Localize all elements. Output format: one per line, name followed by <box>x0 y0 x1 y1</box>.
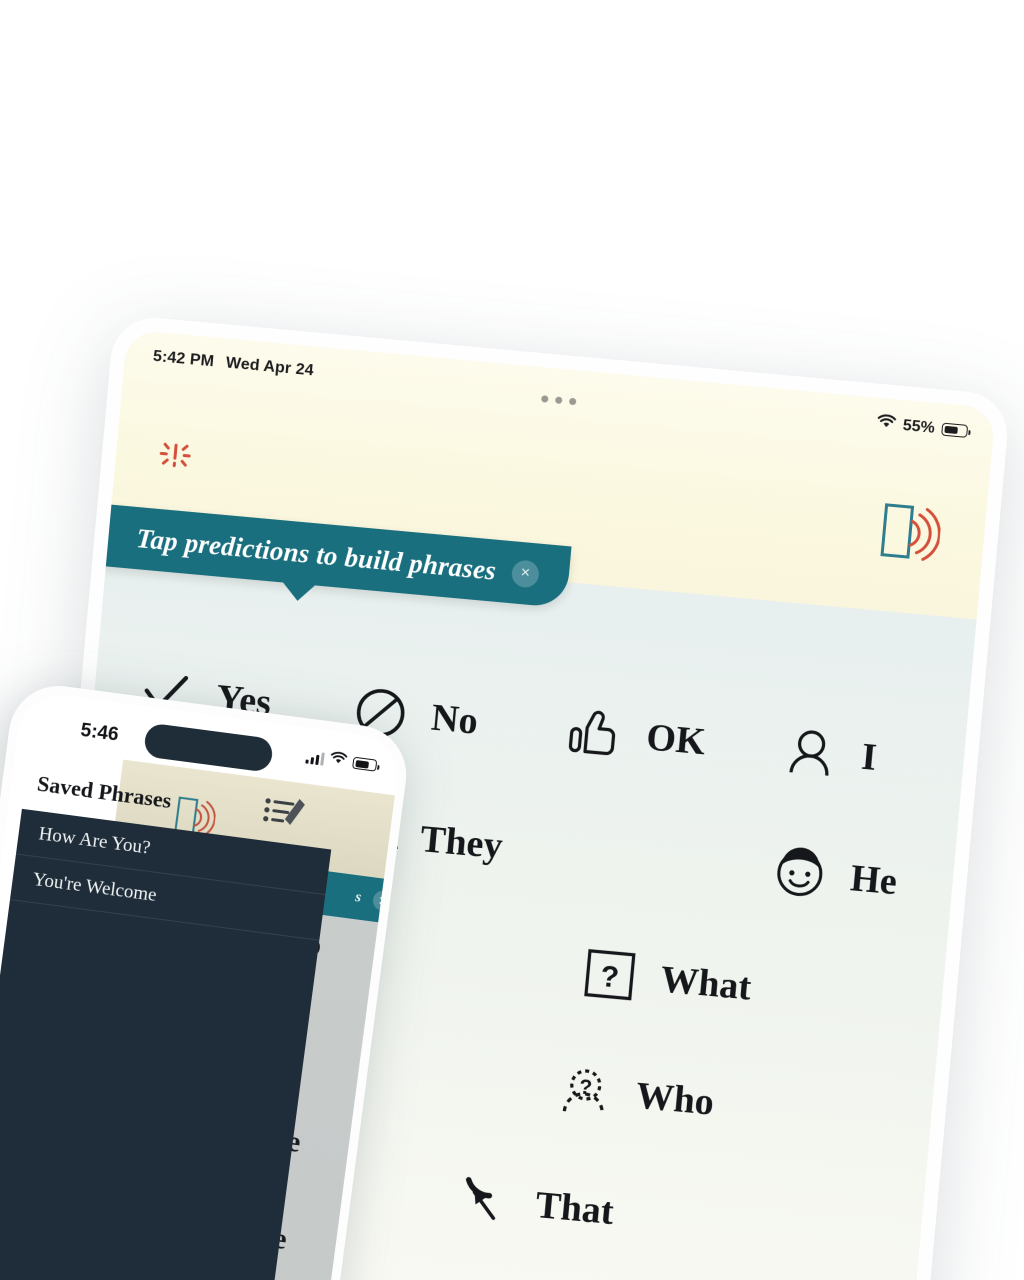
phone-device: s × No I We He 5:46 <box>0 679 413 1280</box>
prediction-label: OK <box>644 716 708 764</box>
status-bar-right: 55% <box>876 414 969 441</box>
status-bar-left: 5:42 PM Wed Apr 24 <box>152 348 314 381</box>
close-icon[interactable]: × <box>510 558 541 589</box>
prediction-that[interactable]: That <box>451 1167 616 1243</box>
pointing-arrow-icon <box>451 1167 518 1234</box>
prediction-label: He <box>848 857 899 904</box>
phone-screen: s × No I We He 5:46 <box>0 689 403 1280</box>
phone-status-time: 5:46 <box>79 719 120 746</box>
prediction-ok[interactable]: OK <box>562 699 783 780</box>
battery-percent-label: 55% <box>902 416 936 437</box>
saved-phrases-list: How Are You? You're Welcome <box>0 808 332 1280</box>
dynamic-island <box>142 722 275 773</box>
phone-bezel: s × No I We He 5:46 <box>0 679 413 1280</box>
prediction-label: What <box>658 958 753 1009</box>
question-box-icon: ? <box>576 941 643 1008</box>
person-icon <box>777 718 844 785</box>
battery-icon <box>941 422 969 438</box>
prediction-who[interactable]: ? Who <box>552 1057 717 1133</box>
cellular-bars-icon <box>305 750 325 766</box>
status-date: Wed Apr 24 <box>225 354 315 380</box>
thumbs-up-icon <box>562 699 629 766</box>
prediction-label: No <box>429 696 480 743</box>
wifi-icon <box>876 414 897 435</box>
prediction-what[interactable]: ? What <box>576 941 754 1018</box>
alert-exclamation-icon[interactable] <box>150 430 200 480</box>
camera-sensor-dots-icon <box>540 395 577 406</box>
preview-banner-text: s <box>354 888 363 906</box>
wifi-icon <box>329 751 348 771</box>
phone-status-right <box>305 748 378 775</box>
prediction-i[interactable]: I <box>777 718 879 789</box>
prediction-label: That <box>533 1184 616 1233</box>
prediction-label: They <box>418 818 505 868</box>
speaker-sound-icon[interactable] <box>875 498 943 567</box>
prediction-label: I <box>859 735 879 779</box>
prediction-he[interactable]: He <box>766 840 900 913</box>
boy-face-icon <box>766 840 833 907</box>
edit-list-icon[interactable] <box>259 792 307 833</box>
svg-text:?: ? <box>599 960 620 995</box>
svg-text:?: ? <box>578 1075 593 1099</box>
screenshot-canvas: 5:42 PM Wed Apr 24 55% Tap predictions t… <box>0 0 1024 1280</box>
person-question-icon: ? <box>552 1057 619 1124</box>
prediction-label: Who <box>634 1074 716 1124</box>
battery-icon <box>352 756 378 772</box>
status-time: 5:42 PM <box>152 347 215 371</box>
